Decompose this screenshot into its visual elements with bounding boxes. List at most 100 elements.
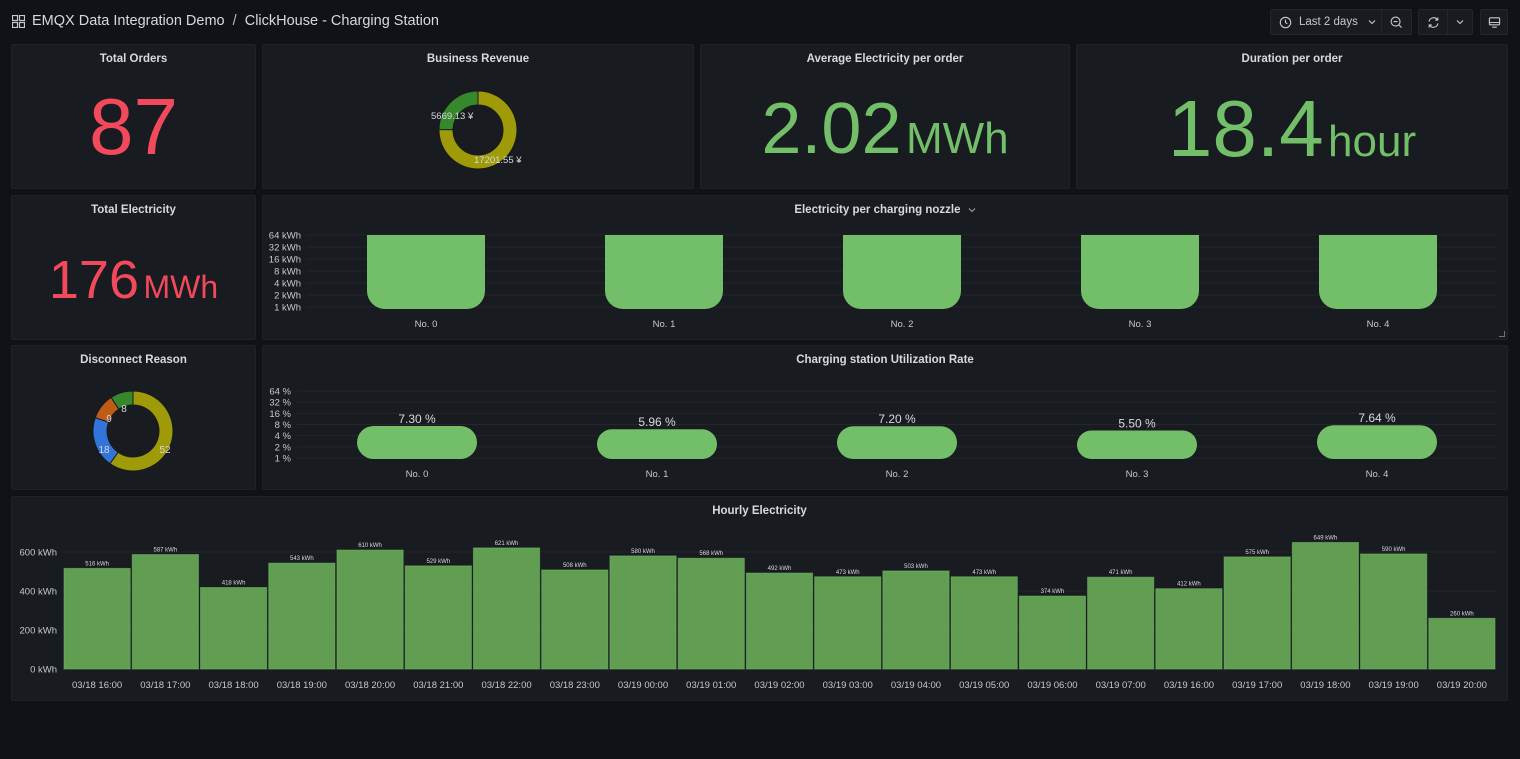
stat-value: 87 <box>12 85 255 169</box>
bar-value-label: 7.64 % <box>1358 411 1396 425</box>
bar <box>597 429 717 459</box>
stat-unit: MWh <box>905 114 1009 163</box>
stat-unit: hour <box>1328 117 1417 166</box>
x-tick-label: 03/18 17:00 <box>140 680 190 691</box>
bar <box>63 567 131 670</box>
slice-label: 5669.13 ¥ <box>431 111 474 122</box>
y-tick-label: 400 kWh <box>20 587 58 598</box>
bar <box>357 425 477 459</box>
utilization-bar-chart: 1 %2 %4 %8 %16 %32 %64 % 7.30 % No. 0 5.96 … <box>269 387 1497 480</box>
panel-title: Total Orders <box>99 53 168 65</box>
resize-handle[interactable] <box>1499 331 1505 337</box>
stat-number: 176 <box>48 250 139 310</box>
bar <box>1360 553 1428 670</box>
bar <box>1077 430 1197 459</box>
x-tick-label: 03/19 06:00 <box>1027 680 1077 691</box>
bar-value-label: 7.30 % <box>398 412 436 426</box>
bar-top <box>367 235 485 272</box>
revenue-donut-chart: 5669.13 ¥ 17201.55 ¥ <box>431 90 522 170</box>
bar <box>609 555 677 670</box>
y-tick-label: 0 kWh <box>30 665 57 676</box>
x-tick-label: No. 4 <box>1367 319 1390 330</box>
y-tick-label: 4 % <box>275 431 292 442</box>
bar-value-label: 492 kWh <box>768 566 792 572</box>
clock-icon <box>1279 16 1292 28</box>
time-range-label: Last 2 days <box>1299 16 1358 28</box>
x-tick-label: No. 1 <box>653 319 676 330</box>
x-tick-label: 03/19 16:00 <box>1164 680 1214 691</box>
x-tick-label: 03/18 23:00 <box>550 680 600 691</box>
x-tick-label: 03/19 18:00 <box>1300 680 1350 691</box>
bar-value-label: 575 kWh <box>1245 550 1269 556</box>
bar <box>837 426 957 459</box>
panel-avg-electricity[interactable]: Average Electricity per order 2.02 MWh <box>700 44 1070 189</box>
bar-value-label: 568 kWh <box>699 551 723 557</box>
bar-value-label: 590 kWh <box>1382 547 1406 553</box>
y-tick-label: 2 % <box>275 442 292 453</box>
x-tick-label: 03/19 02:00 <box>754 680 804 691</box>
panel-utilization[interactable]: Charging station Utilization Rate 1 % 2 %… <box>262 345 1508 490</box>
panel-nozzle[interactable]: Electricity per charging nozzle 1 kWh 2 k… <box>262 195 1508 340</box>
bar <box>268 562 336 670</box>
bar-value-label: 374 kWh <box>1041 589 1065 595</box>
y-tick-label: 2 kWh <box>274 291 301 302</box>
bar <box>1317 425 1437 459</box>
refresh-icon <box>1428 16 1439 28</box>
panel-total-orders[interactable]: Total Orders 87 <box>11 44 256 189</box>
panel-business-revenue[interactable]: Business Revenue 5669.13 ¥17201.55 ¥ <box>262 44 694 189</box>
zoom-out-button[interactable] <box>1381 10 1411 34</box>
panel-hourly-electricity[interactable]: Hourly Electricity 0 kWh 200 kWh 400 kWh 60… <box>11 496 1508 701</box>
bar-value-label: 580 kWh <box>631 549 655 555</box>
slice-label: 52 <box>159 445 171 456</box>
panel-title: Duration per order <box>1241 53 1343 65</box>
bar-value-label: 610 kWh <box>358 543 382 549</box>
y-tick-label: 64 % <box>269 387 291 398</box>
bar-top <box>1319 235 1437 272</box>
y-tick-label: 16 % <box>269 409 291 420</box>
x-tick-label: 03/19 07:00 <box>1096 680 1146 691</box>
tv-mode-button[interactable] <box>1481 10 1507 34</box>
x-tick-label: 03/19 03:00 <box>823 680 873 691</box>
x-tick-label: 03/18 19:00 <box>277 680 327 691</box>
y-tick-label: 8 % <box>275 420 292 431</box>
x-tick-label: 03/19 05:00 <box>959 680 1009 691</box>
x-tick-label: No. 0 <box>415 319 438 330</box>
breadcrumb-folder[interactable]: EMQX Data Integration Demo <box>32 13 225 29</box>
stat-number: 87 <box>89 82 178 171</box>
time-range-picker[interactable]: Last 2 days <box>1271 10 1381 34</box>
y-tick-label: 600 kWh <box>20 548 58 559</box>
panel-title: Average Electricity per order <box>806 53 964 65</box>
refresh-button[interactable] <box>1419 10 1447 34</box>
bar <box>950 576 1018 670</box>
panel-duration[interactable]: Duration per order 18.4 hour <box>1076 44 1508 189</box>
panel-total-electricity[interactable]: Total Electricity 176 MWh <box>11 195 256 340</box>
bar-value-label: 412 kWh <box>1177 582 1201 588</box>
zoom-out-icon <box>1390 16 1403 28</box>
x-tick-label: No. 3 <box>1129 319 1152 330</box>
stat-number: 2.02 <box>761 89 902 169</box>
x-tick-label: 03/18 20:00 <box>345 680 395 691</box>
refresh-group <box>1418 9 1473 35</box>
panel-disconnect-reason[interactable]: Disconnect Reason 52 18 9 8 <box>11 345 256 490</box>
y-tick-label: 200 kWh <box>20 626 58 637</box>
bar-top <box>1081 235 1199 272</box>
bar-value-label: 621 kWh <box>495 541 519 547</box>
y-tick-label: 1 % <box>275 454 292 465</box>
tv-mode-group <box>1480 9 1508 35</box>
bar <box>814 576 882 670</box>
bar-value-label: 471 kWh <box>1109 570 1133 576</box>
y-tick-label: 64 kWh <box>269 231 301 242</box>
bar <box>472 547 541 670</box>
top-bar: EMQX Data Integration Demo / ClickHouse … <box>0 0 1520 44</box>
bar-top <box>843 235 961 272</box>
bar <box>882 570 950 670</box>
stat-value: 176 MWh <box>12 250 255 324</box>
chevron-down-icon <box>1456 20 1464 25</box>
refresh-interval-dropdown[interactable] <box>1447 10 1472 34</box>
y-tick-label: 4 kWh <box>274 279 301 290</box>
chevron-down-icon <box>1368 20 1376 25</box>
y-tick-label: 32 kWh <box>269 243 301 254</box>
bar-value-label: 529 kWh <box>426 559 450 565</box>
x-tick-label: No. 2 <box>891 319 914 330</box>
bar <box>404 565 472 670</box>
